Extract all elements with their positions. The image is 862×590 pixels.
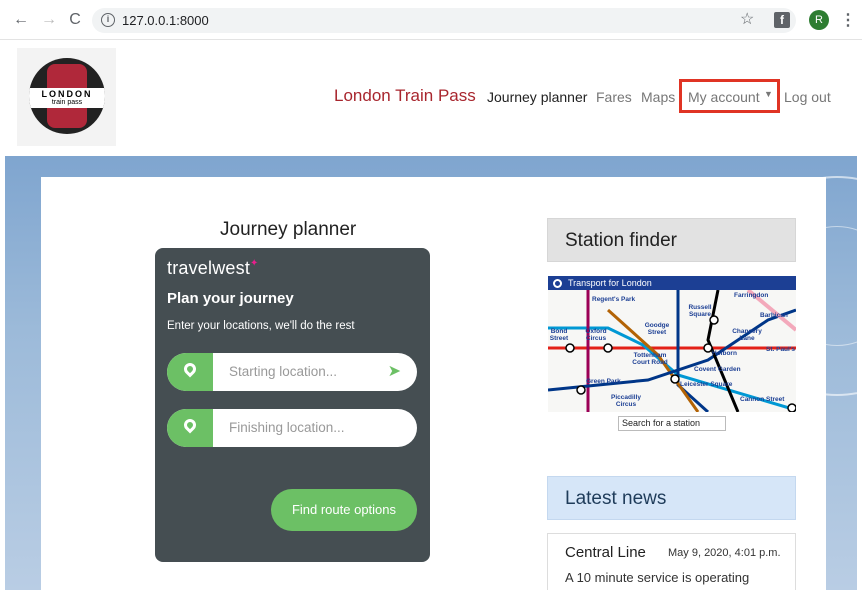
journey-planner-title: Journey planner: [220, 219, 357, 240]
station-label: Tottenham Court Road: [632, 352, 668, 366]
station-label: Green Park: [586, 378, 621, 385]
tube-map[interactable]: Transport for London Regent's Park Russe…: [548, 276, 796, 412]
station-label: Bond Street: [549, 328, 569, 342]
news-item[interactable]: Central Line May 9, 2020, 4:01 p.m. A 10…: [547, 533, 796, 590]
plan-subheading: Enter your locations, we'll do the rest: [167, 320, 355, 332]
station-label: Leicester Square: [680, 381, 733, 388]
finish-location-placeholder: Finishing location...: [229, 420, 345, 435]
station-label: Cannon Street: [740, 396, 785, 403]
current-location-arrow-icon[interactable]: ➤: [388, 361, 401, 381]
station-label: Piccadilly Circus: [611, 394, 641, 408]
browser-toolbar: ← → C i 127.0.0.1:8000 ☆ f R ⋮: [0, 0, 862, 40]
station-label: Farringdon: [734, 292, 769, 299]
station-label: Regent's Park: [592, 296, 636, 303]
reload-icon[interactable]: C: [66, 11, 84, 29]
station-label: Oxford Circus: [585, 328, 607, 342]
info-icon[interactable]: i: [101, 13, 115, 27]
menu-kebab-icon[interactable]: ⋮: [840, 10, 856, 30]
location-pin-icon: [167, 353, 213, 391]
station-label: Russell Square: [688, 304, 712, 318]
finish-location-input[interactable]: Finishing location...: [167, 409, 417, 447]
my-account-label: My account: [688, 89, 760, 105]
tube-lines: [548, 290, 796, 412]
nav-logout[interactable]: Log out: [784, 89, 831, 105]
logo[interactable]: LONDON train pass: [17, 48, 116, 146]
start-location-input[interactable]: Starting location... ➤: [167, 353, 417, 391]
plan-heading: Plan your journey: [167, 290, 294, 307]
sparkle-icon: ✦: [250, 258, 259, 269]
latest-news-header: Latest news: [547, 476, 796, 520]
url-text: 127.0.0.1:8000: [122, 13, 209, 28]
logo-text-line1: LONDON: [41, 89, 93, 99]
journey-planner-widget: travelwest✦ Plan your journey Enter your…: [155, 248, 430, 562]
station-label: Holborn: [712, 350, 737, 357]
find-route-options-button[interactable]: Find route options: [271, 489, 417, 531]
extension-icon[interactable]: f: [774, 12, 790, 28]
travelwest-logo: travelwest✦: [167, 258, 259, 278]
chevron-down-icon: ▼: [764, 89, 773, 99]
location-pin-icon: [167, 409, 213, 447]
nav-maps[interactable]: Maps: [641, 89, 675, 105]
station-label: Chancery Lane: [732, 328, 762, 342]
forward-icon[interactable]: →: [40, 11, 58, 29]
logo-text-line2: train pass: [51, 99, 83, 106]
station-label: Covent Garden: [694, 366, 741, 373]
my-account-dropdown[interactable]: My account ▼: [679, 79, 780, 113]
tfl-roundel-icon: [553, 279, 562, 288]
station-search-input[interactable]: Search for a station: [618, 416, 726, 431]
station-label: Barbican: [760, 312, 788, 319]
news-date: May 9, 2020, 4:01 p.m.: [668, 547, 781, 559]
site-header: LONDON train pass London Train Pass Jour…: [0, 40, 862, 156]
logo-badge: LONDON train pass: [29, 58, 105, 134]
nav-fares[interactable]: Fares: [596, 89, 632, 105]
news-body: A 10 minute service is operating: [565, 570, 750, 585]
station-finder-title: Station finder: [565, 230, 677, 251]
station-finder-header: Station finder: [547, 218, 796, 262]
latest-news-title: Latest news: [565, 488, 667, 509]
address-bar[interactable]: i 127.0.0.1:8000: [92, 8, 796, 33]
station-label: Goodge Street: [644, 322, 670, 336]
brand-link[interactable]: London Train Pass: [334, 86, 476, 106]
bookmark-star-icon[interactable]: ☆: [740, 9, 754, 29]
tfl-header: Transport for London: [548, 276, 796, 290]
back-icon[interactable]: ←: [12, 11, 30, 29]
start-location-placeholder: Starting location...: [229, 364, 338, 379]
nav-journey-planner[interactable]: Journey planner: [487, 89, 587, 105]
station-label: St. Paul's: [766, 346, 795, 353]
profile-avatar[interactable]: R: [809, 10, 829, 30]
news-headline: Central Line: [565, 544, 646, 561]
